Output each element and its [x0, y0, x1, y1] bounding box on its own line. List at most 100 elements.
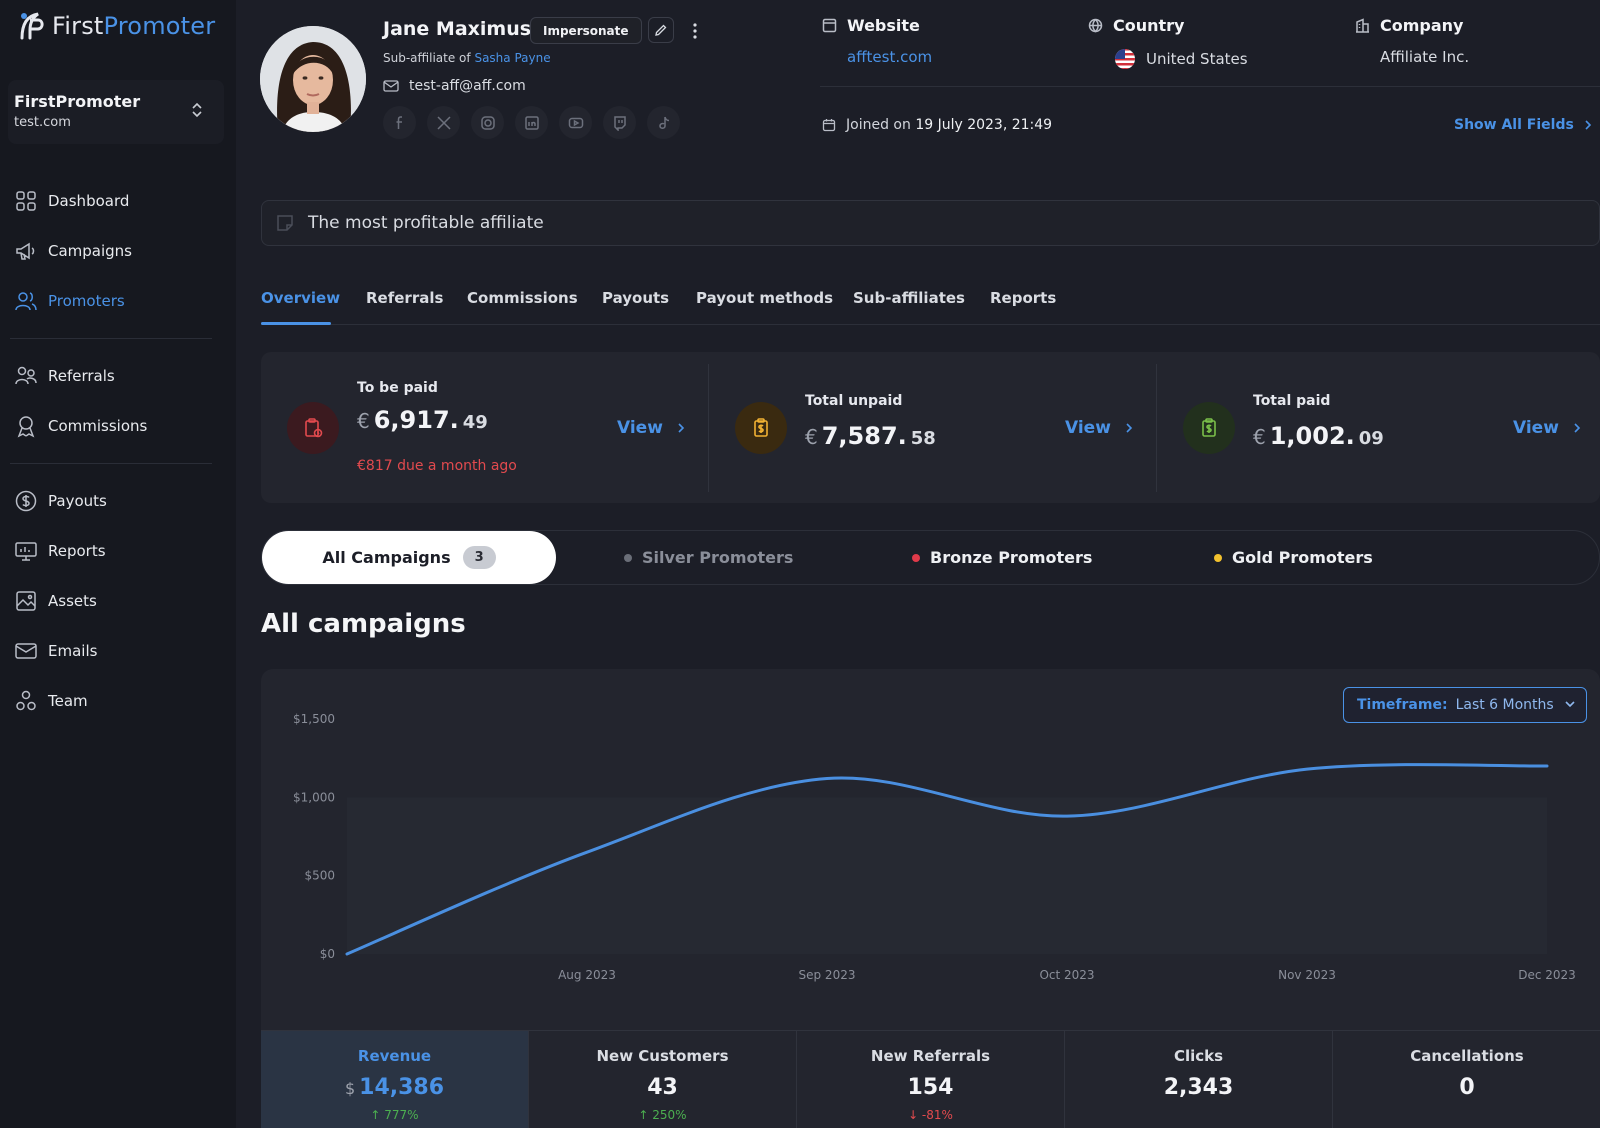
stat-divider — [1156, 364, 1157, 492]
campaign-filter-bronze[interactable]: Bronze Promoters — [912, 548, 1092, 567]
impersonate-button[interactable]: Impersonate — [530, 17, 642, 44]
sidebar-item-emails[interactable]: Emails — [14, 636, 214, 666]
promoter-note-field[interactable]: The most profitable affiliate — [261, 200, 1600, 246]
chevron-right-icon — [1126, 423, 1133, 433]
sidebar-item-referrals[interactable]: Referrals — [14, 361, 214, 391]
campaign-filter-all[interactable]: All Campaigns 3 — [262, 531, 556, 584]
avatar — [260, 26, 366, 132]
x-icon[interactable] — [427, 106, 460, 139]
brand-name: FirstPromoter — [52, 12, 216, 40]
twitch-icon[interactable] — [603, 106, 636, 139]
social-links — [383, 106, 680, 139]
building-icon — [1356, 18, 1369, 33]
workspace-name: FirstPromoter — [14, 92, 141, 111]
kpi-new-referrals[interactable]: New Referrals 154 ↓ -81% — [797, 1031, 1065, 1128]
sidebar-item-campaigns[interactable]: Campaigns — [14, 236, 214, 266]
tab-commissions[interactable]: Commissions — [467, 289, 578, 307]
kpi-cancellations[interactable]: Cancellations 0 — [1333, 1031, 1600, 1128]
globe-icon — [1088, 18, 1103, 33]
kpi-new-customers[interactable]: New Customers 43 ↑ 250% — [529, 1031, 797, 1128]
tab-referrals[interactable]: Referrals — [366, 289, 443, 307]
sidebar-item-commissions[interactable]: Commissions — [14, 411, 214, 441]
edit-button[interactable] — [648, 17, 674, 43]
country-text: United States — [1146, 50, 1248, 68]
facebook-icon[interactable] — [383, 106, 416, 139]
sidebar-item-label: Payouts — [48, 492, 107, 510]
instagram-icon[interactable] — [471, 106, 504, 139]
timeframe-select[interactable]: Timeframe: Last 6 Months — [1343, 687, 1587, 723]
tab-bar: Overview Referrals Commissions Payouts P… — [261, 285, 1600, 325]
tiktok-icon[interactable] — [647, 106, 680, 139]
sidebar-item-promoters[interactable]: Promoters — [14, 286, 214, 316]
team-icon — [16, 690, 36, 711]
y-tick-label: $1,000 — [293, 790, 335, 804]
view-total-unpaid-button[interactable]: View — [1065, 418, 1133, 438]
stat-title: Total unpaid — [805, 393, 903, 409]
kpi-title: Cancellations — [1410, 1047, 1524, 1065]
chevron-down-icon — [1565, 701, 1575, 708]
to-be-paid-amount: €6,917. 49 — [357, 406, 488, 434]
nav-divider — [10, 338, 212, 339]
website-link[interactable]: afftest.com — [847, 48, 932, 66]
sidebar-item-assets[interactable]: Assets — [14, 586, 214, 616]
dollar-circle-icon — [15, 490, 37, 512]
active-tab-indicator — [261, 322, 331, 325]
campaign-filter-gold[interactable]: Gold Promoters — [1214, 548, 1373, 567]
firstpromoter-logo-icon — [20, 12, 44, 40]
referrals-icon — [15, 366, 37, 385]
sidebar-item-dashboard[interactable]: Dashboard — [14, 186, 214, 216]
sidebar-item-label: Assets — [48, 592, 97, 610]
view-total-paid-button[interactable]: View — [1513, 418, 1581, 438]
note-icon — [277, 215, 293, 231]
linkedin-icon[interactable] — [515, 106, 548, 139]
image-icon — [16, 591, 36, 611]
sidebar: FirstPromoter FirstPromoter test.com Das… — [0, 0, 236, 1128]
tab-payouts[interactable]: Payouts — [602, 289, 669, 307]
sidebar-item-payouts[interactable]: Payouts — [14, 486, 214, 516]
kpi-revenue[interactable]: Revenue $14,386 ↑ 777% — [261, 1031, 529, 1128]
status-dot — [624, 553, 632, 562]
kpi-value: 154 — [907, 1075, 954, 1100]
x-tick-label: Dec 2023 — [1518, 968, 1576, 982]
kpi-change: ↓ -81% — [908, 1108, 953, 1122]
kpi-value: 0 — [1459, 1075, 1475, 1100]
y-tick-label: $1,500 — [293, 712, 335, 726]
kpi-row: Revenue $14,386 ↑ 777% New Customers 43 … — [261, 1030, 1600, 1128]
browser-icon — [822, 18, 837, 33]
campaign-count-badge: 3 — [462, 546, 496, 569]
workspace-switcher[interactable]: FirstPromoter test.com — [8, 80, 224, 144]
email-text: test-aff@aff.com — [409, 78, 526, 94]
kpi-title: New Referrals — [870, 1047, 991, 1065]
y-tick-label: $500 — [304, 869, 335, 883]
kpi-value: $14,386 — [344, 1075, 445, 1100]
pencil-icon — [655, 24, 667, 36]
kpi-value: 43 — [647, 1075, 678, 1100]
x-tick-label: Oct 2023 — [1039, 968, 1094, 982]
status-dot — [912, 553, 920, 562]
chevron-up-down-icon — [192, 102, 202, 118]
country-value: United States — [1114, 48, 1248, 70]
sub-affiliate-prefix: Sub-affiliate of — [383, 51, 471, 65]
tab-overview[interactable]: Overview — [261, 289, 340, 307]
view-to-be-paid-button[interactable]: View — [617, 418, 685, 438]
tab-sub-affiliates[interactable]: Sub-affiliates — [853, 289, 965, 307]
tab-reports[interactable]: Reports — [990, 289, 1056, 307]
kpi-title: Clicks — [1173, 1047, 1224, 1065]
sidebar-item-reports[interactable]: Reports — [14, 536, 214, 566]
x-tick-label: Sep 2023 — [799, 968, 856, 982]
youtube-icon[interactable] — [559, 106, 592, 139]
kpi-clicks[interactable]: Clicks 2,343 — [1065, 1031, 1333, 1128]
kpi-change: ↑ 250% — [638, 1108, 687, 1122]
total-unpaid-icon — [735, 402, 787, 454]
campaign-filter-silver[interactable]: Silver Promoters — [624, 548, 793, 567]
kpi-title: New Customers — [596, 1047, 729, 1065]
note-text: The most profitable affiliate — [308, 213, 544, 233]
parent-affiliate-link[interactable]: Sasha Payne — [474, 51, 550, 65]
more-options-icon[interactable] — [688, 20, 702, 42]
show-all-fields-button[interactable]: Show All Fields — [1454, 117, 1592, 133]
tab-payout-methods[interactable]: Payout methods — [696, 289, 833, 307]
brand-logo[interactable]: FirstPromoter — [16, 8, 215, 44]
total-paid-amount: €1,002. 09 — [1253, 422, 1384, 450]
sidebar-item-team[interactable]: Team — [14, 686, 214, 716]
award-icon — [17, 416, 35, 438]
